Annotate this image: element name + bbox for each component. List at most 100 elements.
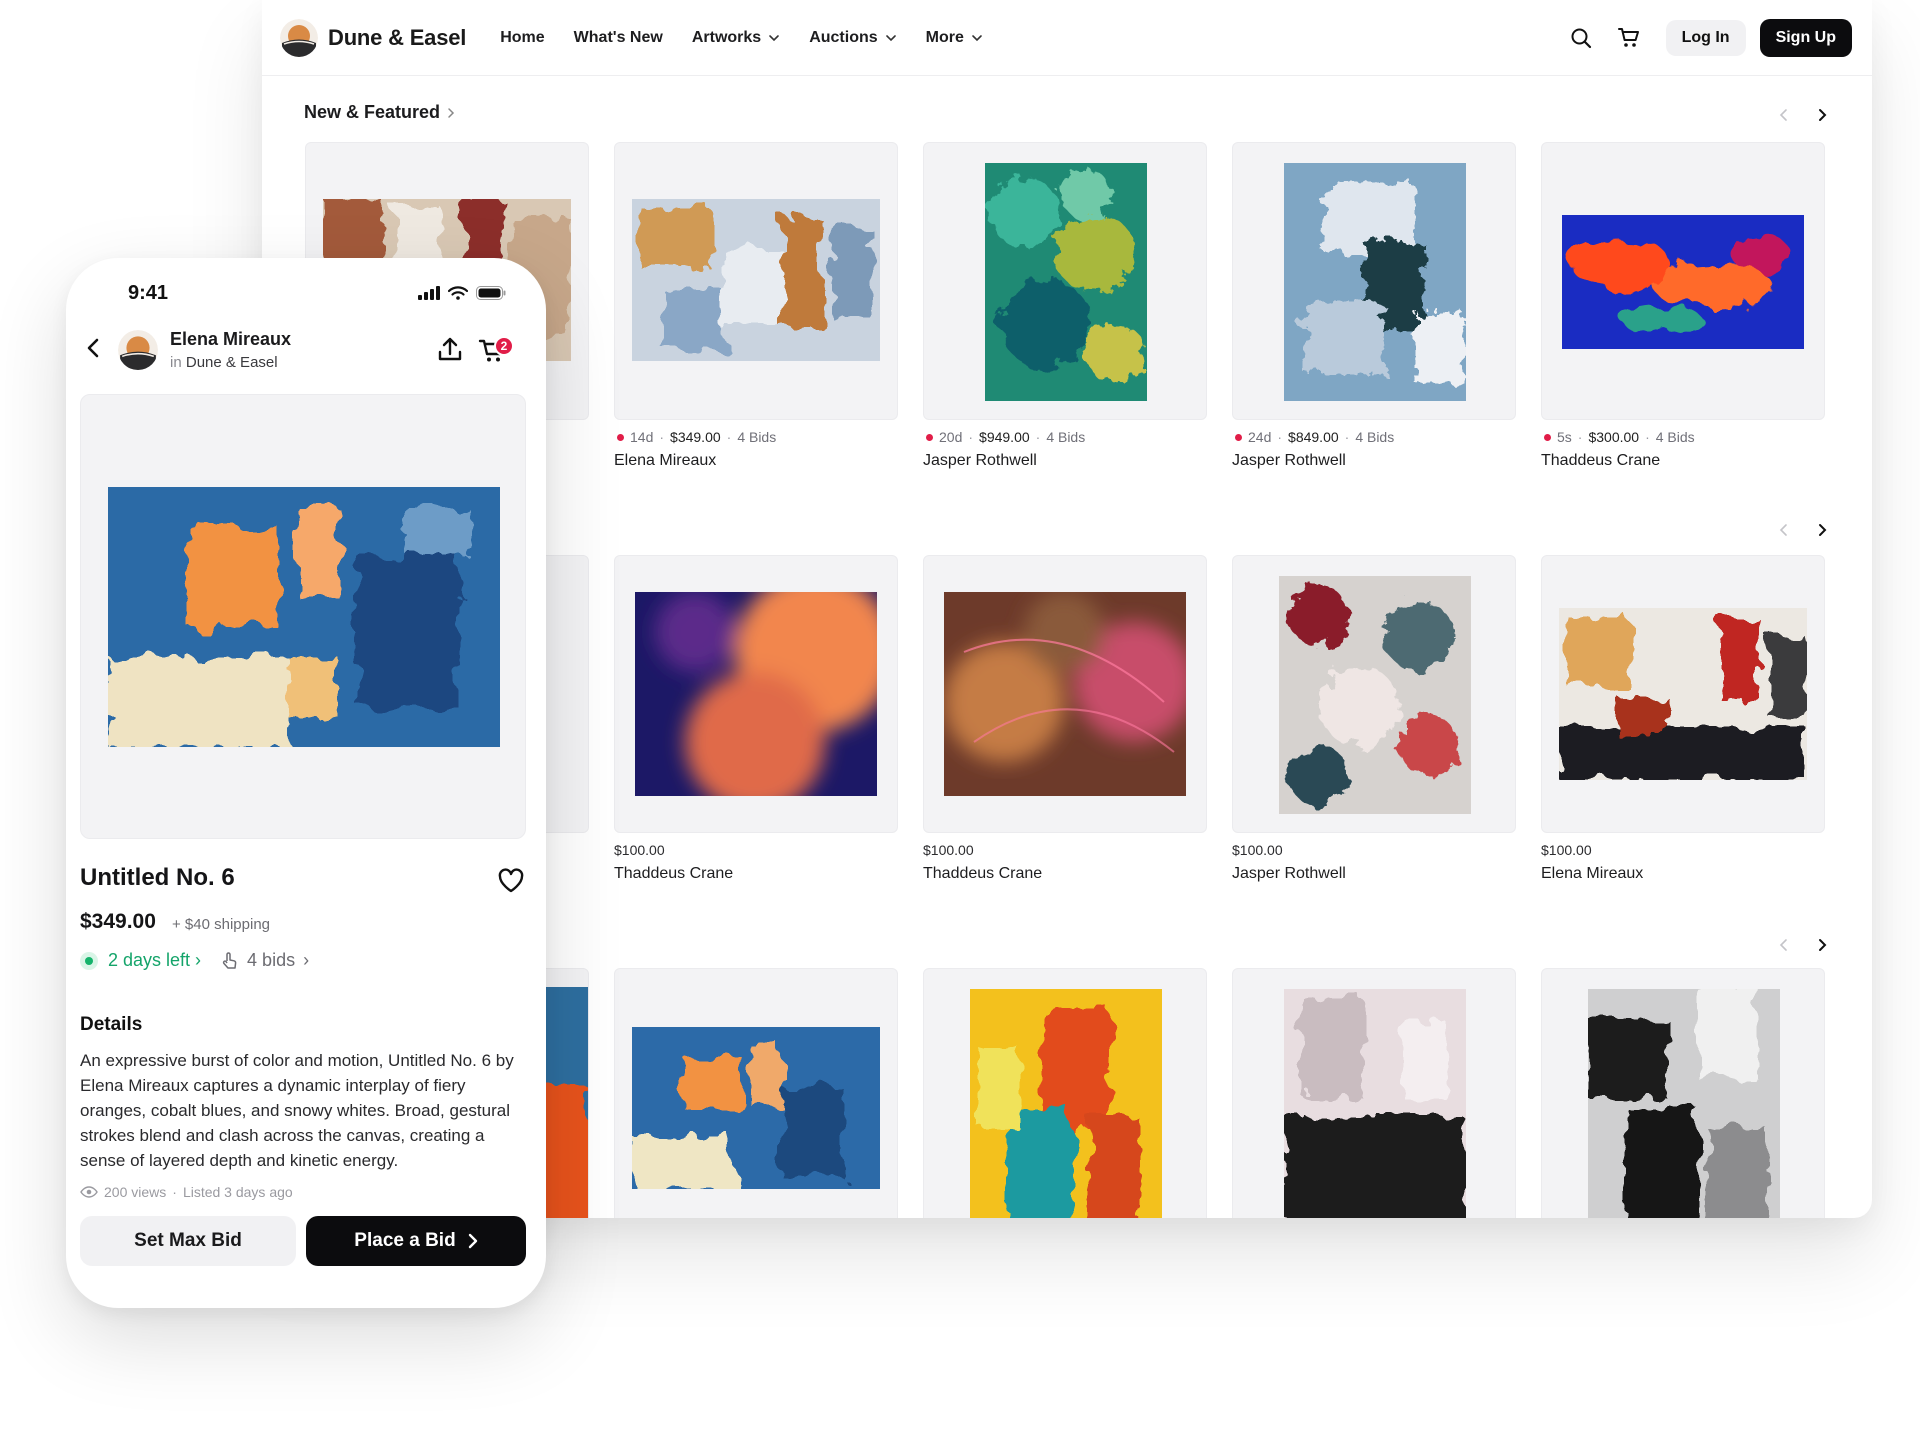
set-max-bid-button[interactable]: Set Max Bid [80, 1216, 296, 1266]
search-icon[interactable] [1564, 21, 1598, 55]
nav-more[interactable]: More [926, 29, 983, 47]
card-bids: 4 Bids [737, 429, 777, 445]
card-artist[interactable]: Thaddeus Crane [614, 865, 733, 883]
card-meta: 24d · $849.00 · 4 Bids [1235, 429, 1394, 445]
artwork-price: $349.00 [80, 910, 156, 933]
chevron-down-icon [972, 34, 982, 41]
chevron-right-icon[interactable] [1814, 937, 1830, 953]
card-artist[interactable]: Thaddeus Crane [923, 865, 1042, 883]
details-heading: Details [80, 1014, 143, 1035]
artwork-card[interactable] [923, 142, 1207, 420]
seller-shop-name: Dune & Easel [185, 354, 278, 371]
nav-more-label: More [925, 28, 964, 46]
section-title-label: New & Featured [304, 102, 441, 122]
live-dot-icon [1235, 433, 1242, 441]
artwork-card[interactable] [1541, 142, 1825, 420]
details-description: An expressive burst of color and motion,… [80, 1051, 514, 1170]
card-time: 14d [630, 429, 654, 445]
card-artist[interactable]: Jasper Rothwell [1232, 865, 1346, 883]
brand-name: Dune & Easel [328, 24, 467, 50]
artwork-card[interactable] [923, 968, 1207, 1218]
nav-whats-new-label: What's New [573, 28, 663, 46]
artwork-image [1588, 989, 1780, 1218]
card-price: $100.00 [1232, 842, 1283, 858]
artwork-image [1562, 215, 1804, 349]
artwork-image [1284, 989, 1466, 1218]
artwork-image [1279, 576, 1471, 814]
chevron-right-icon[interactable] [1814, 107, 1830, 123]
card-meta: 20d · $949.00 · 4 Bids [926, 429, 1085, 445]
brand[interactable]: Dune & Easel [280, 18, 467, 57]
bids-link[interactable]: 4 bids › [221, 950, 309, 971]
nav-artworks[interactable]: Artworks [692, 29, 780, 47]
cart-icon[interactable] [1612, 21, 1646, 55]
carousel-arrows-row-3 [1776, 937, 1830, 953]
place-bid-button[interactable]: Place a Bid [306, 1216, 526, 1266]
artwork-card[interactable] [1541, 555, 1825, 833]
live-indicator-icon [80, 951, 98, 970]
artwork-image [985, 163, 1147, 401]
artwork-card[interactable] [1232, 142, 1516, 420]
card-time: 20d [939, 429, 963, 445]
auction-stats: 2 days left › 4 bids › [80, 950, 309, 971]
artwork-image [635, 592, 877, 796]
back-arrow-icon[interactable] [82, 336, 106, 360]
brand-logo [280, 18, 318, 57]
heart-icon[interactable] [496, 866, 526, 896]
artwork-image [944, 592, 1186, 796]
chevron-left-icon[interactable] [1776, 937, 1792, 953]
artwork-image [1284, 163, 1466, 401]
days-left-label: 2 days left [108, 950, 191, 970]
artwork-card[interactable] [1232, 968, 1516, 1218]
signal-icon [418, 286, 440, 300]
card-meta: 5s · $300.00 · 4 Bids [1544, 429, 1695, 445]
wifi-icon [448, 286, 468, 300]
card-artist[interactable]: Elena Mireaux [614, 452, 716, 470]
seller-shop[interactable]: in Dune & Easel [170, 354, 278, 371]
artwork-hero[interactable] [80, 394, 526, 839]
seller-name[interactable]: Elena Mireaux [170, 329, 291, 350]
chevron-right-icon [468, 1233, 477, 1249]
days-left-link[interactable]: 2 days left › [108, 950, 201, 971]
live-dot-icon [1544, 433, 1551, 441]
card-artist[interactable]: Elena Mireaux [1541, 865, 1643, 883]
artwork-image [632, 1027, 880, 1189]
top-nav: Dune & Easel Home What's New Artworks Au… [262, 0, 1872, 76]
nav-actions: Log In Sign Up [1564, 18, 1852, 57]
signup-button[interactable]: Sign Up [1759, 18, 1852, 57]
chevron-left-icon[interactable] [1776, 107, 1792, 123]
artwork-card[interactable] [614, 555, 898, 833]
shipping-cost: + $40 shipping [172, 916, 270, 933]
seller-avatar[interactable] [118, 330, 158, 370]
artwork-card[interactable] [1232, 555, 1516, 833]
artwork-card[interactable] [1541, 968, 1825, 1218]
card-artist[interactable]: Jasper Rothwell [923, 452, 1037, 470]
mobile-app: 9:41 Elena Mireaux in Dune & Easel 2 Unt… [66, 258, 546, 1308]
login-button[interactable]: Log In [1665, 19, 1746, 56]
artwork-card[interactable] [614, 142, 898, 420]
nav-whats-new[interactable]: What's New [574, 29, 663, 47]
nav-artworks-label: Artworks [691, 28, 762, 46]
section-title-new-featured[interactable]: New & Featured [304, 102, 456, 123]
chevron-right-icon [448, 107, 455, 118]
card-artist[interactable]: Thaddeus Crane [1541, 452, 1660, 470]
chevron-right-icon[interactable] [1814, 522, 1830, 538]
share-icon[interactable] [436, 336, 464, 364]
nav-auctions-label: Auctions [809, 28, 878, 46]
views-count: 200 views [104, 1184, 167, 1200]
bids-label: 4 bids [247, 950, 296, 970]
card-bids: 4 Bids [1046, 429, 1086, 445]
chevron-left-icon[interactable] [1776, 522, 1792, 538]
status-time: 9:41 [128, 282, 169, 304]
card-bids: 4 Bids [1355, 429, 1395, 445]
card-artist[interactable]: Jasper Rothwell [1232, 452, 1346, 470]
artwork-card[interactable] [923, 555, 1207, 833]
eye-icon [80, 1186, 98, 1198]
nav-home-label: Home [500, 28, 545, 46]
artwork-card[interactable] [614, 968, 898, 1218]
card-time: 5s [1557, 429, 1572, 445]
nav-home[interactable]: Home [500, 29, 544, 47]
nav-auctions[interactable]: Auctions [809, 29, 896, 47]
carousel-arrows-row-1 [1776, 107, 1830, 123]
card-price: $100.00 [614, 842, 665, 858]
